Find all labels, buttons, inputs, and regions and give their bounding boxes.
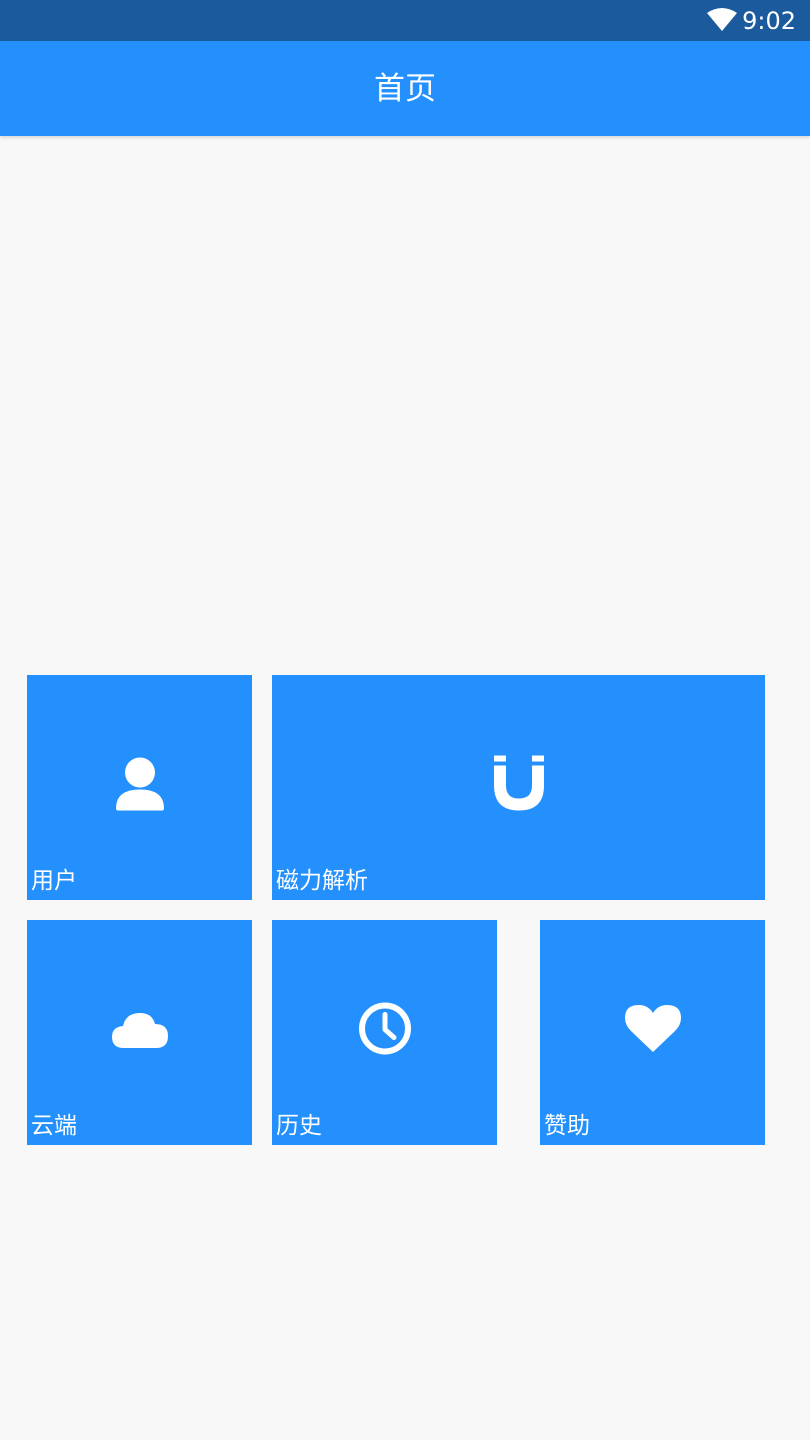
history-tile-label: 历史 [276, 1113, 322, 1139]
cloud-tile[interactable]: 云端 [27, 920, 252, 1145]
magnet-parse-tile-label: 磁力解析 [276, 868, 368, 894]
user-tile[interactable]: 用户 [27, 675, 252, 900]
wifi-icon [707, 8, 737, 31]
status-bar: 9:02 [0, 0, 810, 41]
page-title: 首页 [374, 71, 436, 107]
donate-tile[interactable]: 赞助 [540, 920, 765, 1145]
heart-icon [624, 1004, 681, 1052]
cloud-icon [111, 1012, 168, 1048]
cloud-tile-label: 云端 [31, 1113, 77, 1139]
app-bar: 首页 [0, 41, 810, 136]
history-tile[interactable]: 历史 [272, 920, 497, 1145]
donate-tile-label: 赞助 [544, 1113, 590, 1139]
home-screen: 9:02 首页 用户 磁力解析 云端 历史 赞助 [0, 0, 810, 1440]
magnet-parse-tile[interactable]: 磁力解析 [272, 675, 765, 900]
status-time: 9:02 [742, 7, 796, 35]
clock-icon [358, 1002, 411, 1055]
user-tile-label: 用户 [31, 868, 77, 894]
user-icon [115, 757, 164, 811]
magnet-icon [493, 755, 544, 811]
